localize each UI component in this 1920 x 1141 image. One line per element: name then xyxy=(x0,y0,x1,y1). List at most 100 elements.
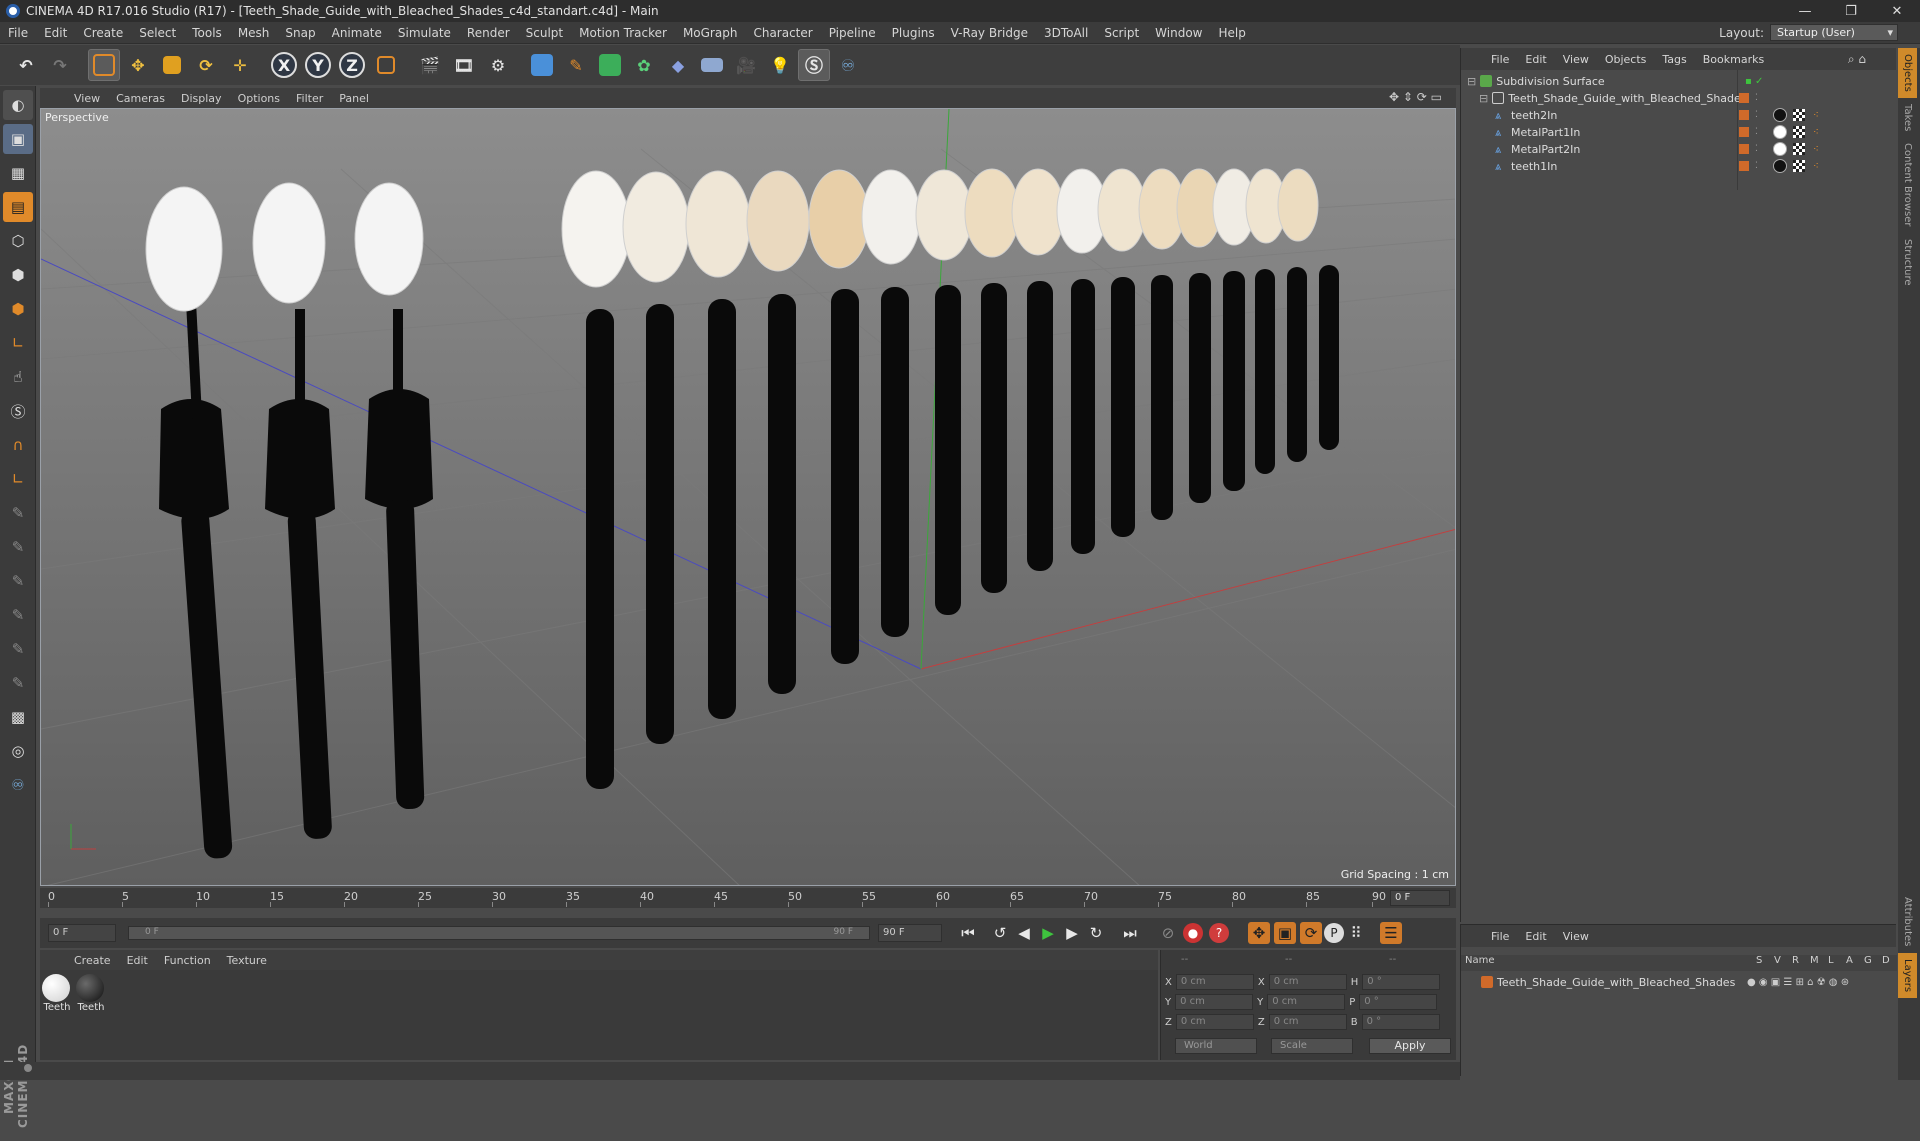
material-menu-edit[interactable]: Edit xyxy=(119,954,156,967)
key-rotation-icon[interactable]: ⟳ xyxy=(1300,922,1322,944)
magnet-icon[interactable]: ∩ xyxy=(3,430,33,460)
layers-menu-file[interactable]: File xyxy=(1483,930,1517,943)
3d-viewport[interactable]: Perspective Grid Spacing : 1 cm xyxy=(40,108,1456,886)
points-mode-icon[interactable]: ⬡ xyxy=(3,226,33,256)
layer-flag-icons[interactable]: ● ◉ ▣ ☰ ⊞ ⌂ ☢ ◍ ⊛ xyxy=(1747,977,1849,988)
minimize-icon[interactable]: — xyxy=(1782,0,1828,22)
coordinate-system-icon[interactable] xyxy=(370,49,402,81)
menu-help[interactable]: Help xyxy=(1210,26,1253,40)
scale-icon[interactable] xyxy=(156,49,188,81)
tab-layers[interactable]: Layers xyxy=(1898,952,1917,998)
brush-tool-2-icon[interactable]: ✎ xyxy=(3,532,33,562)
material-tag-icon[interactable] xyxy=(1773,159,1787,173)
layer-row[interactable]: Teeth_Shade_Guide_with_Bleached_Shades ●… xyxy=(1467,973,1887,991)
objects-menu-tags[interactable]: Tags xyxy=(1654,53,1694,66)
render-settings-icon[interactable]: ⚙ xyxy=(482,49,514,81)
key-pla-icon[interactable]: ⠿ xyxy=(1344,921,1368,945)
undo-icon[interactable]: ↶ xyxy=(10,49,42,81)
light-icon[interactable]: 💡 xyxy=(764,49,796,81)
material-tag-icon[interactable] xyxy=(1773,142,1787,156)
viewport-menu-display[interactable]: Display xyxy=(173,92,230,105)
menu-script[interactable]: Script xyxy=(1096,26,1147,40)
objects-menu-objects[interactable]: Objects xyxy=(1597,53,1655,66)
make-editable-icon[interactable]: ◐ xyxy=(3,90,33,120)
menu-snap[interactable]: Snap xyxy=(277,26,323,40)
uvw-tag-icon[interactable] xyxy=(1793,143,1805,155)
material-menu-create[interactable]: Create xyxy=(66,954,119,967)
gradient-tool-icon[interactable]: ◎ xyxy=(3,736,33,766)
current-frame-field[interactable]: 0 F xyxy=(1390,890,1450,906)
viewport-menu-filter[interactable]: Filter xyxy=(288,92,331,105)
python-icon[interactable]: ♾ xyxy=(832,49,864,81)
brush-tool-3-icon[interactable]: ✎ xyxy=(3,566,33,596)
size-z-field[interactable]: 0 cm xyxy=(1268,1014,1347,1030)
rotation-b-field[interactable]: 0 ° xyxy=(1361,1014,1440,1030)
cube-icon[interactable] xyxy=(526,49,558,81)
redo-icon[interactable]: ↷ xyxy=(44,49,76,81)
viewport-menu-cameras[interactable]: Cameras xyxy=(108,92,173,105)
uvw-tag-icon[interactable] xyxy=(1793,126,1805,138)
visibility-dots-icon[interactable]: ⁚ xyxy=(1755,127,1758,137)
previous-frame-icon[interactable]: ◀ xyxy=(1012,921,1036,945)
menu-mograph[interactable]: MoGraph xyxy=(675,26,746,40)
rotation-h-field[interactable]: 0 ° xyxy=(1362,974,1441,990)
tab-attributes[interactable]: Attributes xyxy=(1898,891,1917,952)
python-script-icon[interactable]: ♾ xyxy=(3,770,33,800)
collapse-toggle-icon[interactable]: ⊟ xyxy=(1479,92,1488,105)
objects-menu-view[interactable]: View xyxy=(1555,53,1597,66)
selection-tag-icon[interactable]: ⁖ xyxy=(1813,110,1819,121)
selection-tag-icon[interactable]: ⁖ xyxy=(1813,144,1819,155)
layer-color-swatch[interactable] xyxy=(1739,110,1749,120)
layers-menu-view[interactable]: View xyxy=(1555,930,1597,943)
layout-select[interactable]: Startup (User) xyxy=(1770,24,1898,41)
menu-vray-bridge[interactable]: V-Ray Bridge xyxy=(943,26,1036,40)
render-picture-viewer-icon[interactable]: 🎞 xyxy=(448,49,480,81)
solo-mode-icon[interactable]: Ⓢ xyxy=(3,396,33,426)
brush-tool-6-icon[interactable]: ✎ xyxy=(3,668,33,698)
next-frame-icon[interactable]: ▶ xyxy=(1060,921,1084,945)
layer-color-swatch[interactable] xyxy=(1739,144,1749,154)
viewport-menu-panel[interactable]: Panel xyxy=(331,92,377,105)
viewport-menu-view[interactable]: View xyxy=(66,92,108,105)
visibility-dots-icon[interactable]: ⁚ xyxy=(1755,161,1758,171)
size-x-field[interactable]: 0 cm xyxy=(1268,974,1347,990)
keyframe-selection-icon[interactable]: ? xyxy=(1209,923,1229,943)
material-swatch[interactable]: Teeth xyxy=(42,974,72,1013)
workplane-icon[interactable]: ▤ xyxy=(3,192,33,222)
layers-menu-edit[interactable]: Edit xyxy=(1517,930,1554,943)
viewport-navigation-icons[interactable]: ✥ ⇕ ⟳ ▭ xyxy=(1389,90,1442,104)
play-icon[interactable]: ▶ xyxy=(1036,921,1060,945)
menu-select[interactable]: Select xyxy=(131,26,184,40)
objects-menu-file[interactable]: File xyxy=(1483,53,1517,66)
deformer-icon[interactable]: ◆ xyxy=(662,49,694,81)
material-tag-icon[interactable] xyxy=(1773,125,1787,139)
object-search-icon[interactable]: ⌕ ⌂ xyxy=(1848,52,1866,67)
snap-axis-icon[interactable]: ∟ xyxy=(3,464,33,494)
position-z-field[interactable]: 0 cm xyxy=(1175,1014,1254,1030)
vray-icon[interactable]: Ⓢ xyxy=(798,49,830,81)
key-scale-icon[interactable]: ▣ xyxy=(1274,922,1296,944)
tab-content-browser[interactable]: Content Browser xyxy=(1898,137,1917,232)
material-menu-function[interactable]: Function xyxy=(156,954,219,967)
y-axis-icon[interactable]: Y xyxy=(302,49,334,81)
recent-tool-icon[interactable]: ✛ xyxy=(224,49,256,81)
material-menu-texture[interactable]: Texture xyxy=(219,954,275,967)
menu-file[interactable]: File xyxy=(0,26,36,40)
layer-color-swatch[interactable] xyxy=(1739,127,1749,137)
subdivision-surface-icon[interactable] xyxy=(594,49,626,81)
x-axis-icon[interactable]: X xyxy=(268,49,300,81)
uvw-tag-icon[interactable] xyxy=(1793,109,1805,121)
end-frame-field[interactable]: 90 F xyxy=(878,924,942,942)
model-mode-icon[interactable]: ▣ xyxy=(3,124,33,154)
axis-mode-icon[interactable]: ∟ xyxy=(3,328,33,358)
camera-icon[interactable]: 🎥 xyxy=(730,49,762,81)
material-tag-icon[interactable] xyxy=(1773,108,1787,122)
rotation-p-field[interactable]: 0 ° xyxy=(1359,994,1438,1010)
timeline-ruler[interactable]: 0 5 10 15 20 25 30 35 40 45 50 55 60 65 … xyxy=(40,888,1456,908)
pen-spline-icon[interactable]: ✎ xyxy=(560,49,592,81)
menu-simulate[interactable]: Simulate xyxy=(390,26,459,40)
record-keyframes-icon[interactable]: ⊘ xyxy=(1156,921,1180,945)
menu-edit[interactable]: Edit xyxy=(36,26,75,40)
layer-color-swatch[interactable] xyxy=(1739,93,1749,103)
objects-menu-bookmarks[interactable]: Bookmarks xyxy=(1695,53,1772,66)
